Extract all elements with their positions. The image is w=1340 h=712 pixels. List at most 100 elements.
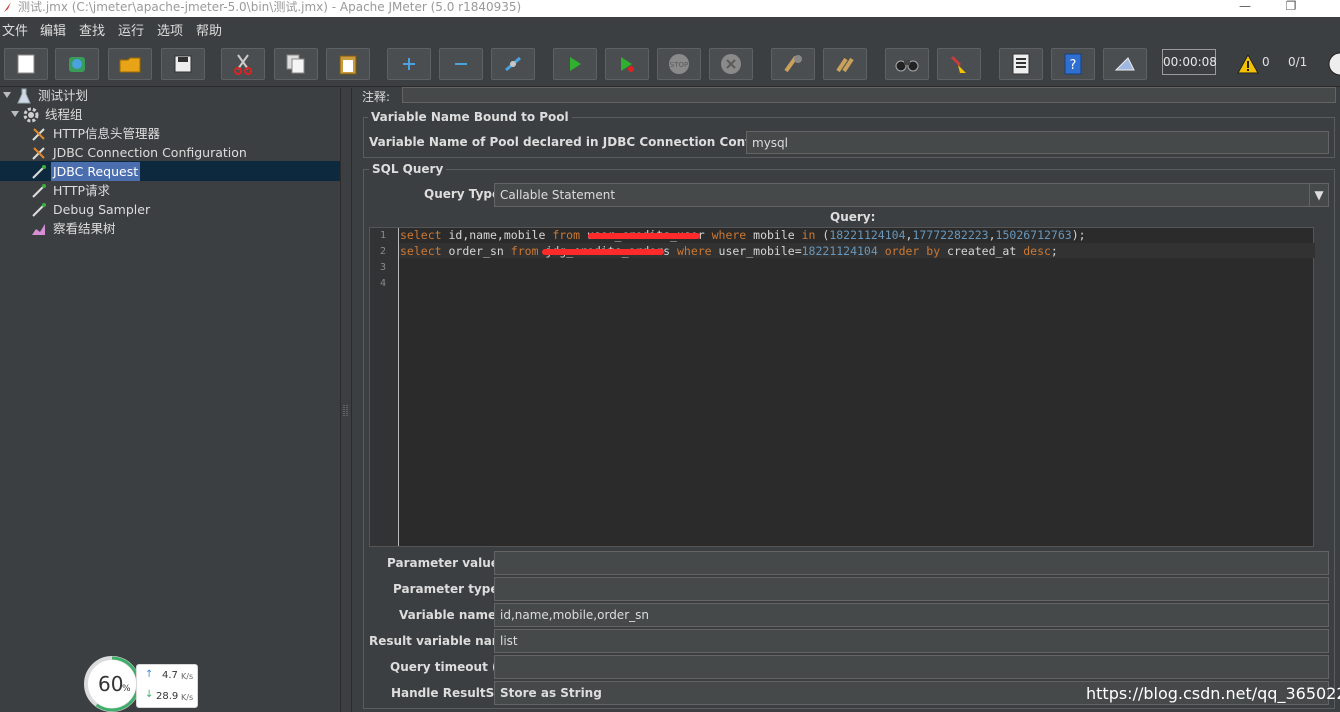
window-title: 测试.jmx (C:\jmeter\apache-jmeter-5.0\bin\…: [18, 0, 522, 14]
keyword: in: [801, 228, 816, 242]
paste-button[interactable]: [326, 48, 370, 80]
toggle-icon: [505, 56, 521, 72]
line-number: 1: [379, 230, 386, 241]
gear-icon: [23, 107, 39, 123]
keyword: select: [400, 228, 442, 242]
reset-search-button[interactable]: [937, 48, 981, 80]
sql-code-editor[interactable]: 1 2 3 4 select id,name,mobile from user_…: [369, 227, 1315, 547]
broom-icon: [950, 55, 966, 73]
remote-button[interactable]: [1103, 48, 1147, 80]
thread-group-expand-arrow[interactable]: [11, 111, 19, 117]
menu-file[interactable]: 文件: [2, 20, 28, 39]
line-number-gutter: 1 2 3 4: [370, 228, 399, 546]
minimize-button[interactable]: —: [1222, 0, 1268, 16]
scissors-icon: [234, 54, 252, 75]
start-button[interactable]: [553, 48, 597, 80]
menu-search[interactable]: 查找: [79, 20, 105, 39]
templates-button[interactable]: [55, 48, 99, 80]
code-text: user_mobile=: [711, 244, 802, 258]
function-helper-button[interactable]: [999, 48, 1043, 80]
warning-count: 0: [1262, 55, 1270, 69]
wrench-icon: [32, 147, 45, 160]
search-button[interactable]: [885, 48, 929, 80]
code-text: mobile: [746, 228, 802, 242]
open-button[interactable]: [108, 48, 152, 80]
var-names-label: Variable names:: [399, 608, 509, 622]
keyword: where: [676, 244, 712, 258]
tree-node-label: 测试计划: [38, 88, 89, 103]
param-values-label: Parameter values:: [387, 556, 511, 570]
timeout-input[interactable]: [494, 655, 1329, 679]
keyword: select: [400, 244, 442, 258]
binoculars-icon: [895, 60, 919, 72]
broom-gear-icon: [784, 55, 802, 73]
active-threads: 0/1: [1288, 55, 1308, 69]
comment-field[interactable]: [402, 87, 1336, 103]
pipette-icon: [32, 203, 46, 217]
menu-run[interactable]: 运行: [118, 20, 144, 39]
clear-button[interactable]: [771, 48, 815, 80]
cpu-gauge: 60 %: [84, 656, 140, 712]
keyword: desc: [1023, 244, 1051, 258]
templates-icon: [69, 57, 85, 72]
code-line-1: select id,name,mobile from user_credits_…: [400, 228, 1086, 242]
root-expand-arrow[interactable]: [3, 92, 11, 98]
param-types-input[interactable]: [494, 577, 1329, 601]
param-values-input[interactable]: [494, 551, 1329, 575]
menu-edit[interactable]: 编辑: [40, 20, 66, 39]
start-no-pauses-button[interactable]: [605, 48, 649, 80]
code-text: created_at: [940, 244, 1024, 258]
tree-node-label: HTTP信息头管理器: [53, 126, 160, 141]
jdbc-request-panel: 注释: Variable Name Bound to Pool Variable…: [352, 87, 1340, 712]
toggle-button[interactable]: [491, 48, 535, 80]
tree-node-label: JDBC Connection Configuration: [53, 145, 247, 160]
redaction-mark: [588, 233, 700, 239]
tree-node-label: Debug Sampler: [53, 202, 151, 217]
new-file-icon: [17, 54, 35, 74]
query-type-select[interactable]: Callable Statement ▼: [494, 183, 1329, 207]
line-number: 3: [379, 262, 386, 273]
pool-group-title: Variable Name Bound to Pool: [368, 110, 572, 124]
collapse-all-button[interactable]: [439, 48, 483, 80]
code-text: ;: [1050, 244, 1058, 258]
line-number: 4: [379, 278, 386, 289]
result-var-input[interactable]: list: [494, 629, 1329, 653]
number-literal: 17772282223: [912, 228, 989, 242]
split-pane-divider[interactable]: [340, 88, 352, 712]
stop-button[interactable]: STOP: [657, 48, 701, 80]
pool-name-input[interactable]: mysql: [746, 131, 1329, 154]
shutdown-button[interactable]: [709, 48, 753, 80]
expand-all-button[interactable]: [387, 48, 431, 80]
elapsed-timer: 00:00:08: [1162, 49, 1217, 75]
code-text: id,name,mobile: [441, 228, 553, 242]
tree-node-label: 线程组: [45, 107, 83, 122]
wrench-icon: [32, 128, 45, 141]
download-arrow-icon: ↓: [145, 689, 154, 700]
line-number: 2: [379, 246, 386, 257]
help-button[interactable]: ?: [1051, 48, 1095, 80]
code-text: (: [815, 228, 830, 242]
logo-icon: [1328, 52, 1340, 76]
maximize-button[interactable]: ❐: [1268, 0, 1314, 16]
copy-button[interactable]: [274, 48, 318, 80]
menu-help[interactable]: 帮助: [196, 20, 222, 39]
chevron-down-icon[interactable]: ▼: [1309, 184, 1328, 206]
cut-button[interactable]: [221, 48, 265, 80]
code-text: order_sn: [441, 244, 511, 258]
minus-icon: [455, 63, 467, 65]
save-button[interactable]: [161, 48, 205, 80]
menu-options[interactable]: 选项: [157, 20, 183, 39]
number-literal: 18221124104: [801, 244, 878, 258]
clear-all-button[interactable]: [823, 48, 867, 80]
broom-gears-icon: [836, 57, 854, 73]
var-names-input[interactable]: id,name,mobile,order_sn: [494, 603, 1329, 627]
upload-arrow-icon: ↑: [145, 669, 154, 680]
remote-icon: [1114, 57, 1135, 71]
redaction-mark: [542, 249, 664, 255]
gauge-percent: 60: [98, 672, 124, 696]
keyword: from: [552, 228, 581, 242]
new-button[interactable]: [4, 48, 48, 80]
param-types-label: Parameter types:: [393, 582, 511, 596]
warning-icon[interactable]: [1237, 54, 1259, 74]
code-text: );: [1071, 228, 1086, 242]
